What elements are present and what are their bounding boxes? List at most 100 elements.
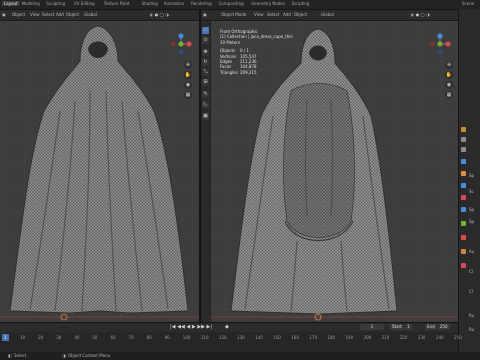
frame-tick: 20 [38,335,44,340]
tool-props-icon[interactable] [461,127,466,132]
frame-tick: 210 [381,335,390,340]
left-menu-add[interactable]: Add [56,12,64,17]
frame-tick: 130 [237,335,245,340]
right-viewport-header: ▣ Object Mode View Select Add Object Glo… [201,10,458,21]
editor-type-icon[interactable]: ▣ [2,12,6,17]
start-value[interactable]: 1 [405,324,412,330]
status-context-menu: Object Context Menu [68,353,111,358]
status-select: Select [14,353,27,358]
viewport-stats-overlay: Front Orthographic (1) Collection | jaca… [220,29,293,75]
frame-tick: 150 [273,335,281,340]
workspace-tab-texture-paint[interactable]: Texture Paint [104,1,130,6]
pan-hand-icon-left[interactable]: ✋ [184,71,192,79]
props-label-1: Sp [469,173,475,178]
pan-hand-icon-right[interactable]: ✋ [445,71,453,79]
workspace-bar: Layout Modeling Sculpting UV Editing Texture… [0,0,480,10]
status-bar: ◧ Select ◨ Object Context Menu [0,352,480,360]
playback-controls[interactable]: |◀ ◀◀ ◀ ▶ ▶▶ ▶| [170,324,212,330]
left-mode-button[interactable]: Object [12,12,25,17]
workspace-tab-sculpting[interactable]: Sculpting [46,1,65,6]
left-menu-object[interactable]: Object [66,12,79,17]
frame-tick: 30 [56,335,62,340]
properties-panel: Sp Sc Sp Sp Au Cl Cl Ru Ru [458,9,480,352]
workspace-tab-uv-editing[interactable]: UV Editing [74,1,95,6]
keyframe-icon[interactable]: ◆ [225,324,229,330]
left-menu-view[interactable]: View [30,12,40,17]
left-transform-dropdown[interactable]: Global [84,12,97,17]
end-value[interactable]: 250 [437,324,450,330]
workspace-tab-compositing[interactable]: Compositing [219,1,244,6]
particle-props-icon[interactable] [461,195,466,200]
playhead[interactable]: 1 [2,334,9,341]
props-label-6: Cl [469,269,473,274]
right-menu-select[interactable]: Select [267,12,279,17]
workspace-tab-animation[interactable]: Animation [164,1,184,6]
workspace-tab-rendering[interactable]: Rendering [191,1,211,6]
props-label-2: Sc [469,189,474,194]
right-mode-button[interactable]: Object Mode [221,12,246,17]
props-label-3: Sp [469,207,475,212]
props-label-7: Cl [469,289,473,294]
frame-tick: 220 [399,335,408,340]
start-label: Start [390,324,404,330]
workspace-tab-modeling[interactable]: Modeling [22,1,40,6]
frame-tick: 250 [454,335,462,340]
props-label-5: Au [469,249,475,254]
right-shading-icons[interactable]: ◐ ● ◯ ◑ [411,12,430,17]
texture-props-icon[interactable] [461,263,466,268]
camera-icon-left[interactable]: ◉ [184,81,192,89]
current-frame-field[interactable]: 1 [360,324,384,330]
right-viewport[interactable]: ▭ ⊙ ✥ ↻ ⤡ ⊞ ✎ ◺ ▣ Front Orthographic (1)… [201,21,458,322]
frame-tick: 80 [146,335,152,340]
frame-tick: 160 [291,335,299,340]
scene-props-icon[interactable] [461,159,466,164]
frame-tick: 60 [110,335,116,340]
scene-selector[interactable]: Scene [462,1,474,6]
right-menu-view[interactable]: View [254,12,264,17]
start-frame-field[interactable]: Start 1 [390,324,412,330]
right-menu-object[interactable]: Object [294,12,307,17]
right-transform-dropdown[interactable]: Global [321,12,334,17]
grid-view-icon-right[interactable]: ▦ [445,91,453,99]
camera-icon-right[interactable]: ◉ [445,81,453,89]
frame-tick: 10 [20,335,26,340]
render-props-icon[interactable] [461,137,466,142]
props-label-9: Ru [469,327,475,332]
right-axis-gizmo[interactable] [429,33,451,55]
zoom-icon-left[interactable]: ⊕ [184,61,192,69]
workspace-tab-layout[interactable]: Layout [2,1,20,6]
workspace-tab-shading[interactable]: Shading [142,1,158,6]
frame-tick: 100 [182,335,191,340]
right-menu-add[interactable]: Add [283,12,291,17]
frame-tick: 230 [417,335,426,340]
data-props-icon[interactable] [461,235,466,240]
physics-props-icon[interactable] [461,207,466,212]
end-label: End [425,324,437,330]
props-label-4: Sp [469,219,475,224]
right-editor-type-icon[interactable]: ▣ [203,12,207,17]
left-viewport[interactable]: ⊕ ✋ ◉ ▦ [0,21,199,322]
workspace-tab-geometry-nodes[interactable]: Geometry Nodes [251,1,285,6]
left-viewport-header: ▣ Object View Select Add Object Global ◐… [0,10,199,21]
frame-ruler[interactable]: 0102030405060708090100110120130140150160… [0,335,462,341]
left-axis-gizmo[interactable] [170,33,192,55]
frame-tick: 120 [218,335,227,340]
workspace-tab-scripting[interactable]: Scripting [292,1,310,6]
frame-tick: 200 [363,335,372,340]
left-menu-select[interactable]: Select [42,12,54,17]
cape-mesh-left [0,25,199,321]
end-frame-field[interactable]: End 250 [425,324,450,330]
material-props-icon[interactable] [461,249,466,254]
mouse-left-icon: ◧ [8,353,12,358]
constraint-props-icon[interactable] [461,221,466,226]
frame-tick: 70 [128,335,134,340]
frame-tick: 170 [309,335,317,340]
output-props-icon[interactable] [461,147,466,152]
frame-tick: 190 [345,335,354,340]
zoom-icon-right[interactable]: ⊕ [445,61,453,69]
modifier-props-icon[interactable] [461,183,466,188]
object-props-icon[interactable] [461,171,466,176]
grid-view-icon-left[interactable]: ▦ [184,91,192,99]
left-shading-icons[interactable]: ◐ ● ◯ ◑ [150,12,169,17]
frame-tick: 240 [435,335,444,340]
